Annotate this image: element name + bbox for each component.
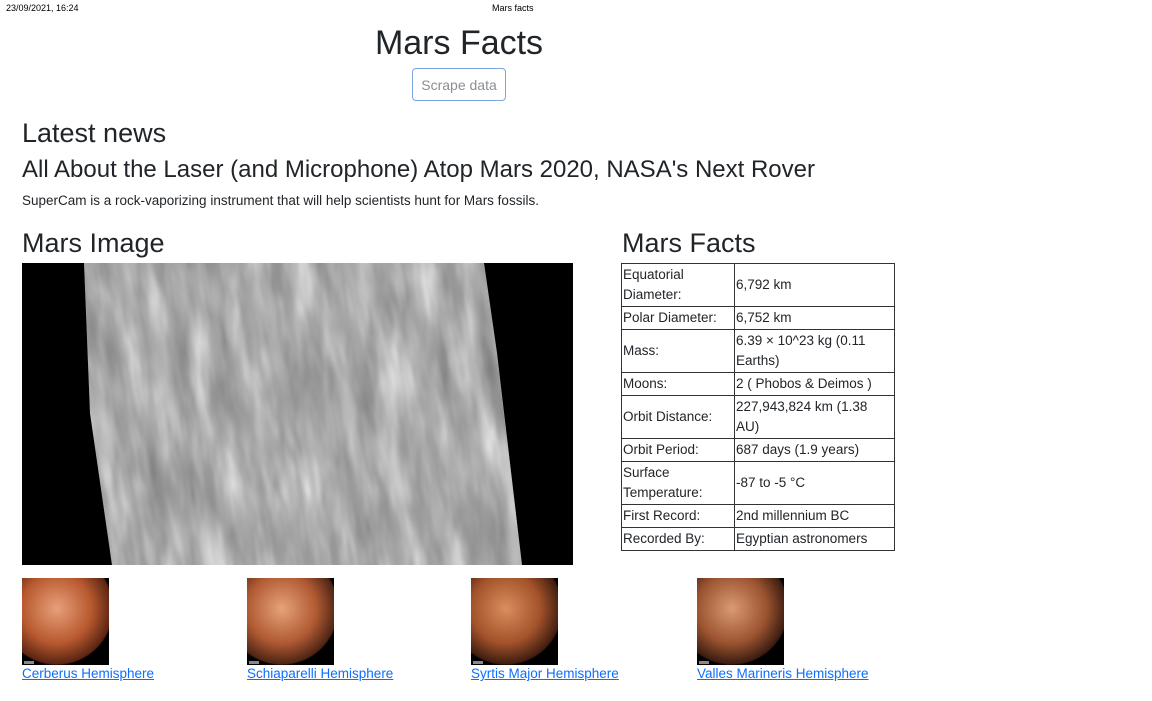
hemisphere-card-valles-marineris: Valles Marineris Hemisphere <box>697 578 869 681</box>
fact-value: 6,752 km <box>734 306 895 330</box>
fact-value: 687 days (1.9 years) <box>734 438 895 462</box>
hemisphere-link[interactable]: Valles Marineris Hemisphere <box>697 666 869 681</box>
hemisphere-card-schiaparelli: Schiaparelli Hemisphere <box>247 578 393 681</box>
hemisphere-link[interactable]: Syrtis Major Hemisphere <box>471 666 619 681</box>
fact-label: Moons: <box>621 372 735 396</box>
news-paragraph: SuperCam is a rock-vaporizing instrument… <box>22 193 539 208</box>
page-title: Mars Facts <box>374 24 544 62</box>
featured-mars-image <box>22 263 573 565</box>
fact-value: -87 to -5 °C <box>734 461 895 505</box>
scrape-data-button[interactable]: Scrape data <box>412 68 506 101</box>
facts-row: Orbit Distance: 227,943,824 km (1.38 AU) <box>621 395 895 439</box>
facts-row: Equatorial Diameter: 6,792 km <box>621 263 895 307</box>
facts-row: Mass: 6.39 × 10^23 kg (0.11 Earths) <box>621 329 895 373</box>
scale-bar-icon <box>699 661 709 664</box>
facts-row: Polar Diameter: 6,752 km <box>621 306 895 330</box>
facts-row: Recorded By: Egyptian astronomers <box>621 527 895 551</box>
hemisphere-thumbnail[interactable] <box>247 578 334 665</box>
fact-label: Polar Diameter: <box>621 306 735 330</box>
fact-label: First Record: <box>621 504 735 528</box>
fact-value: 2 ( Phobos & Deimos ) <box>734 372 895 396</box>
fact-label: Equatorial Diameter: <box>621 263 735 307</box>
print-date: 23/09/2021, 16:24 <box>6 3 79 13</box>
hemisphere-link[interactable]: Cerberus Hemisphere <box>22 666 154 681</box>
fact-label: Recorded By: <box>621 527 735 551</box>
mars-facts-heading: Mars Facts <box>622 228 756 258</box>
scale-bar-icon <box>249 661 259 664</box>
hemisphere-card-syrtis-major: Syrtis Major Hemisphere <box>471 578 619 681</box>
latest-news-heading: Latest news <box>22 118 167 148</box>
news-title: All About the Laser (and Microphone) Ato… <box>22 156 815 183</box>
fact-value: 2nd millennium BC <box>734 504 895 528</box>
facts-row: Moons: 2 ( Phobos & Deimos ) <box>621 372 895 396</box>
fact-value: Egyptian astronomers <box>734 527 895 551</box>
hemisphere-link[interactable]: Schiaparelli Hemisphere <box>247 666 393 681</box>
fact-label: Mass: <box>621 329 735 373</box>
facts-row: First Record: 2nd millennium BC <box>621 504 895 528</box>
fact-value: 227,943,824 km (1.38 AU) <box>734 395 895 439</box>
hemisphere-thumbnail[interactable] <box>471 578 558 665</box>
facts-row: Orbit Period: 687 days (1.9 years) <box>621 438 895 462</box>
mars-facts-table: Equatorial Diameter: 6,792 km Polar Diamet… <box>621 263 895 551</box>
print-title: Mars facts <box>492 3 534 13</box>
fact-value: 6.39 × 10^23 kg (0.11 Earths) <box>734 329 895 373</box>
hemisphere-card-cerberus: Cerberus Hemisphere <box>22 578 154 681</box>
mars-image-heading: Mars Image <box>22 228 165 258</box>
scale-bar-icon <box>24 661 34 664</box>
fact-label: Orbit Period: <box>621 438 735 462</box>
hemisphere-thumbnail[interactable] <box>697 578 784 665</box>
fact-label: Orbit Distance: <box>621 395 735 439</box>
hemisphere-thumbnail[interactable] <box>22 578 109 665</box>
fact-value: 6,792 km <box>734 263 895 307</box>
fact-label: Surface Temperature: <box>621 461 735 505</box>
scale-bar-icon <box>473 661 483 664</box>
facts-row: Surface Temperature: -87 to -5 °C <box>621 461 895 505</box>
